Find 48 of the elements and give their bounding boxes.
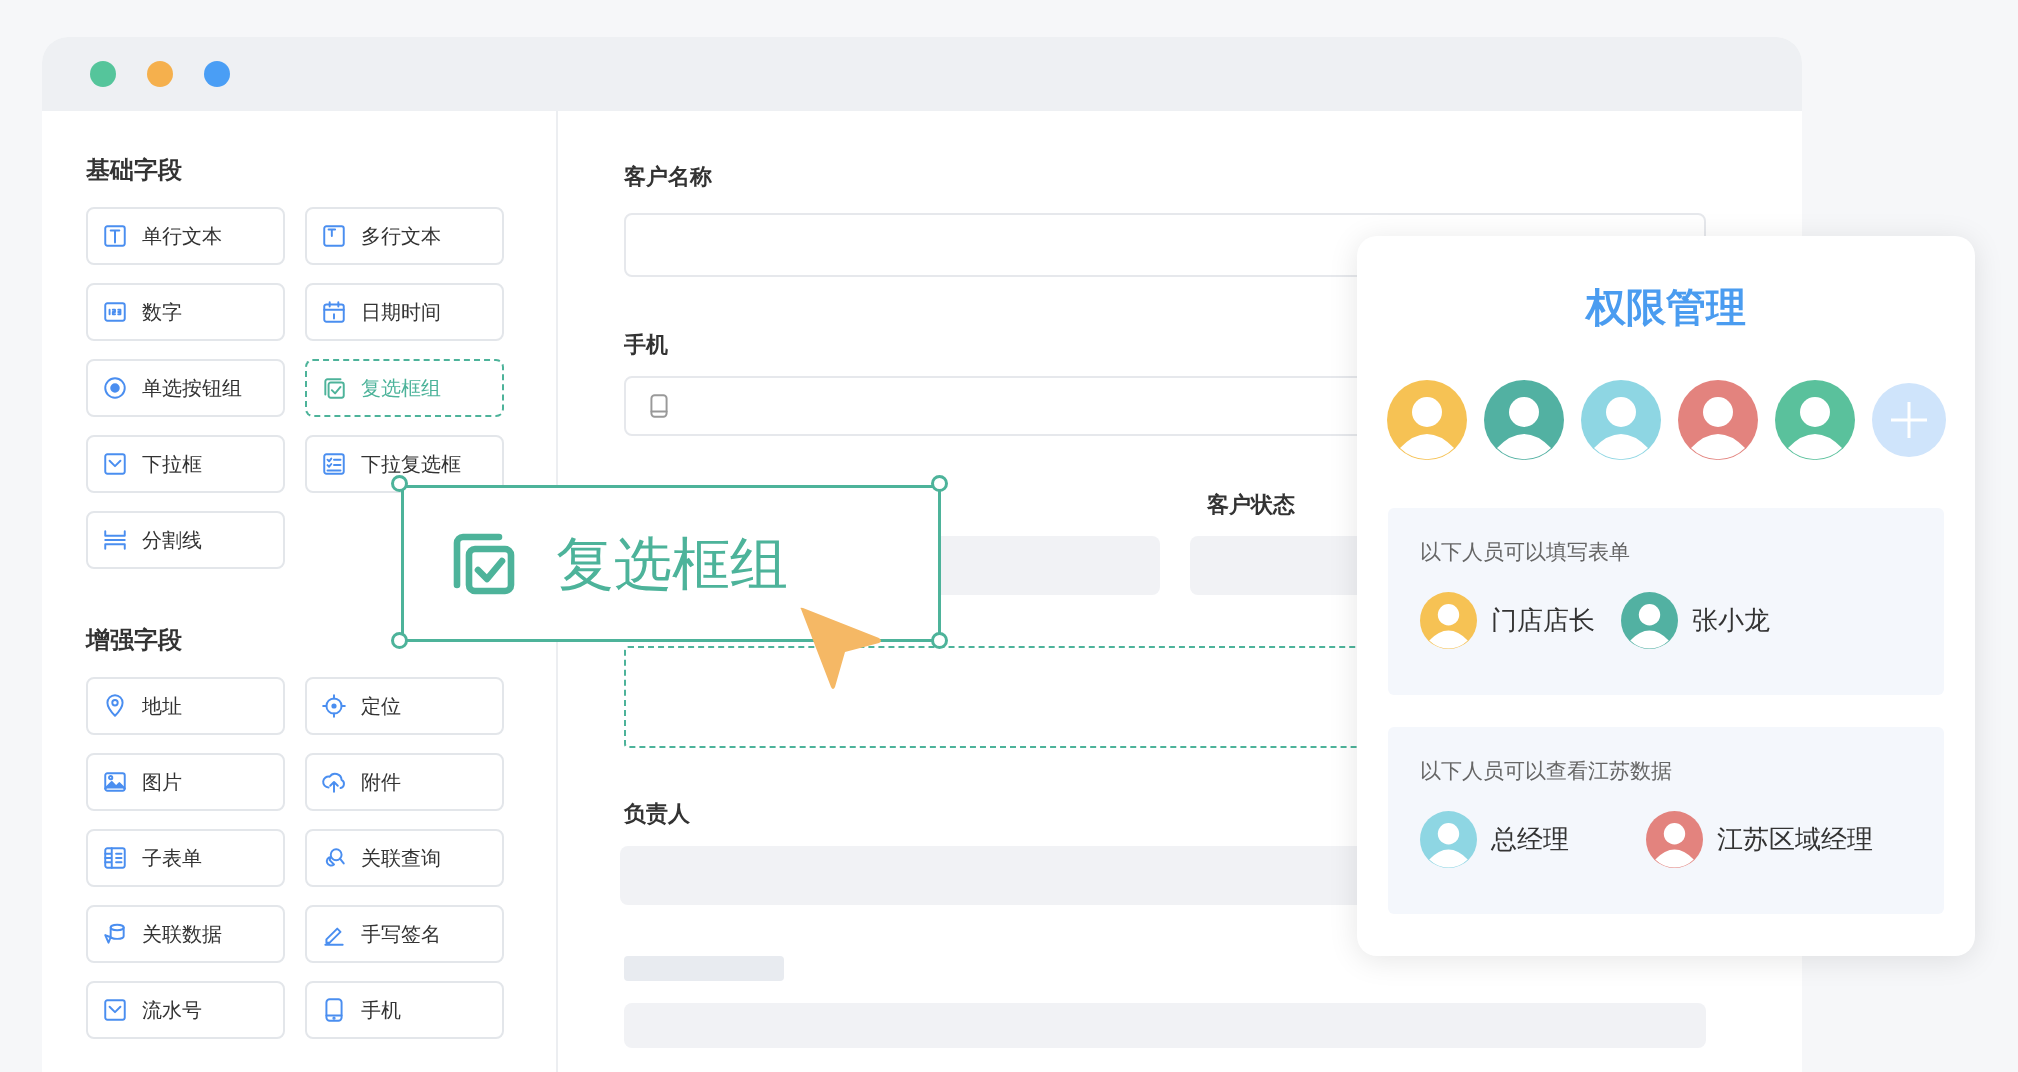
field-type-item[interactable]: 多行文本 [305, 207, 504, 265]
field-label: 客户状态 [1207, 493, 1296, 517]
field-type-item[interactable]: 手写签名 [305, 905, 504, 963]
field-type-item[interactable]: 分割线 [86, 511, 285, 569]
text-icon [321, 223, 347, 249]
member-name: 门店店长 [1491, 604, 1595, 637]
image-icon [102, 769, 128, 795]
field-type-item[interactable]: 关联数据 [86, 905, 285, 963]
window-control[interactable] [147, 61, 173, 87]
member-name: 总经理 [1491, 823, 1569, 856]
field-type-item[interactable]: 单选按钮组 [86, 359, 285, 417]
field-type-item[interactable]: 子表单 [86, 829, 285, 887]
field-type-item[interactable]: 关联查询 [305, 829, 504, 887]
field-label: 客户名称 [624, 165, 713, 189]
divider-icon [102, 527, 128, 553]
dropdown-icon [102, 451, 128, 477]
member-name: 张小龙 [1692, 604, 1770, 637]
drag-label: 复选框组 [556, 534, 788, 593]
table-icon [102, 845, 128, 871]
section-heading: 基础字段 [86, 155, 182, 185]
number-icon [102, 299, 128, 325]
window-control[interactable] [90, 61, 116, 87]
checkbox-icon [321, 375, 347, 401]
field-type-item[interactable]: 流水号 [86, 981, 285, 1039]
field-type-item[interactable]: 下拉框 [86, 435, 285, 493]
panel-title: 权限管理 [1586, 284, 1746, 331]
dropdown-icon [102, 997, 128, 1023]
member-name: 江苏区域经理 [1717, 823, 1873, 856]
field-label: 负责人 [624, 802, 691, 826]
crosshair-icon [321, 693, 347, 719]
field-type-item[interactable]: 地址 [86, 677, 285, 735]
field-type-item[interactable]: 定位 [305, 677, 504, 735]
field-type-item[interactable]: 手机 [305, 981, 504, 1039]
group-caption: 以下人员可以查看江苏数据 [1420, 758, 1673, 784]
window-control[interactable] [204, 61, 230, 87]
section-heading: 增强字段 [86, 625, 182, 655]
database-icon [102, 921, 128, 947]
field-label: 手机 [624, 333, 669, 357]
checklist-icon [321, 451, 347, 477]
text-icon [102, 223, 128, 249]
group-caption: 以下人员可以填写表单 [1420, 539, 1631, 565]
field-type-item[interactable]: 日期时间 [305, 283, 504, 341]
field-type-item[interactable]: 图片 [86, 753, 285, 811]
field-type-item[interactable]: 附件 [305, 753, 504, 811]
calendar-icon [321, 299, 347, 325]
field-type-item[interactable]: 数字 [86, 283, 285, 341]
field-type-item[interactable]: 单行文本 [86, 207, 285, 265]
radio-icon [102, 375, 128, 401]
